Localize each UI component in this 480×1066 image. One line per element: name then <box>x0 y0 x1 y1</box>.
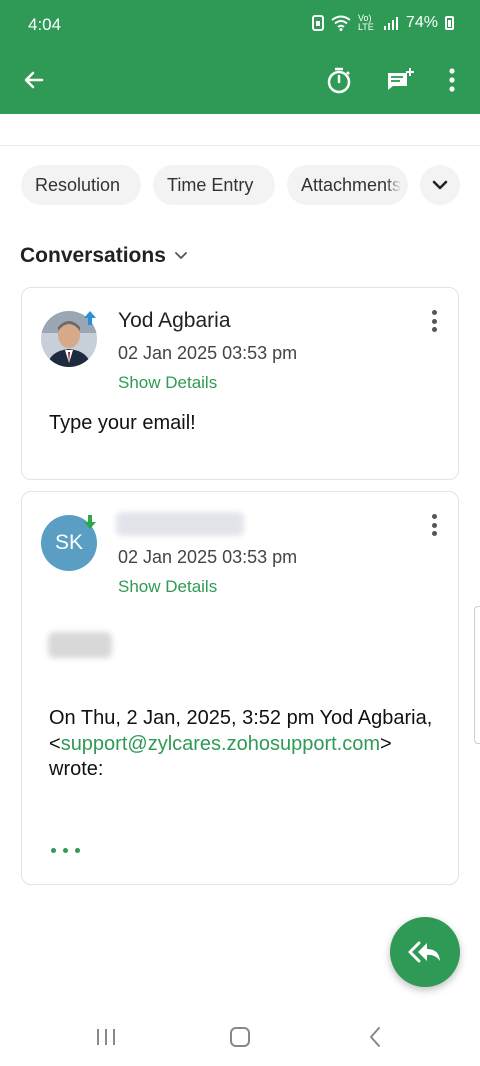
system-nav-bar <box>0 1006 480 1066</box>
redacted-sender <box>116 512 244 536</box>
conversation-card[interactable]: Yod Agbaria 02 Jan 2025 03:53 pm Show De… <box>21 287 459 480</box>
arrow-left-icon[interactable] <box>17 63 51 97</box>
quote-prefix: On Thu, 2 Jan, 2025, 3:52 pm Yod Agbaria… <box>49 707 433 729</box>
tab-label: Resolution <box>35 174 121 195</box>
show-details-link[interactable]: Show Details <box>118 373 217 393</box>
more-vertical-icon[interactable] <box>424 308 444 334</box>
expand-quote-button[interactable] <box>51 848 80 853</box>
sender-name: Yod Agbaria <box>118 309 231 332</box>
status-icons: Vo) LTE 74% <box>311 13 454 32</box>
reply-all-button[interactable] <box>390 917 460 987</box>
tabs-expand-button[interactable] <box>420 165 460 205</box>
quote-suffix: wrote: <box>49 758 104 780</box>
recents-icon[interactable] <box>91 1024 121 1050</box>
battery-percent: 74% <box>405 14 438 31</box>
incoming-arrow-icon <box>84 515 96 529</box>
quoted-header: On Thu, 2 Jan, 2025, 3:52 pm Yod Agbaria… <box>49 707 433 780</box>
chevron-down-icon <box>174 252 187 259</box>
notification-icon <box>311 15 324 31</box>
tab-chips: Resolution Time Entry Attachments <box>0 165 480 205</box>
tab-time-entry[interactable]: Time Entry <box>153 165 275 205</box>
message-date: 02 Jan 2025 03:53 pm <box>118 547 298 567</box>
message-date: 02 Jan 2025 03:53 pm <box>118 343 298 363</box>
signal-icon <box>383 17 398 30</box>
collapsed-header-strip <box>0 114 480 146</box>
show-details-link[interactable]: Show Details <box>118 577 217 597</box>
avatar-initials: SK <box>54 531 83 554</box>
comment-add-icon[interactable] <box>383 63 417 97</box>
conversations-title: Conversations <box>20 244 166 267</box>
scroll-handle[interactable] <box>474 606 480 744</box>
status-bar: 4:04 Vo) LTE 74% <box>0 0 480 46</box>
tab-resolution[interactable]: Resolution <box>21 165 141 205</box>
app-bar <box>0 46 480 114</box>
message-body: Type your email! <box>49 412 196 434</box>
more-vertical-icon[interactable] <box>424 512 444 538</box>
home-icon[interactable] <box>225 1024 255 1050</box>
outgoing-arrow-icon <box>84 311 96 325</box>
battery-icon <box>445 16 454 30</box>
tab-label: Attachments <box>301 174 402 195</box>
conversations-header[interactable]: Conversations <box>20 244 188 268</box>
quote-email-link[interactable]: support@zylcares.zohosupport.com <box>61 733 380 755</box>
chevron-down-icon <box>432 180 448 190</box>
stopwatch-icon[interactable] <box>322 63 356 97</box>
status-time: 4:04 <box>28 15 62 34</box>
network-label: Vo) LTE <box>357 13 374 32</box>
more-vertical-icon[interactable] <box>435 63 469 97</box>
tab-label: Time Entry <box>167 174 254 195</box>
tab-attachments[interactable]: Attachments <box>287 165 408 205</box>
reply-all-icon <box>408 941 440 963</box>
wifi-icon <box>331 15 351 31</box>
redacted-body <box>48 632 112 658</box>
nav-back-icon[interactable] <box>360 1024 390 1050</box>
conversation-card[interactable]: SK 02 Jan 2025 03:53 pm Show Details On … <box>21 491 459 885</box>
